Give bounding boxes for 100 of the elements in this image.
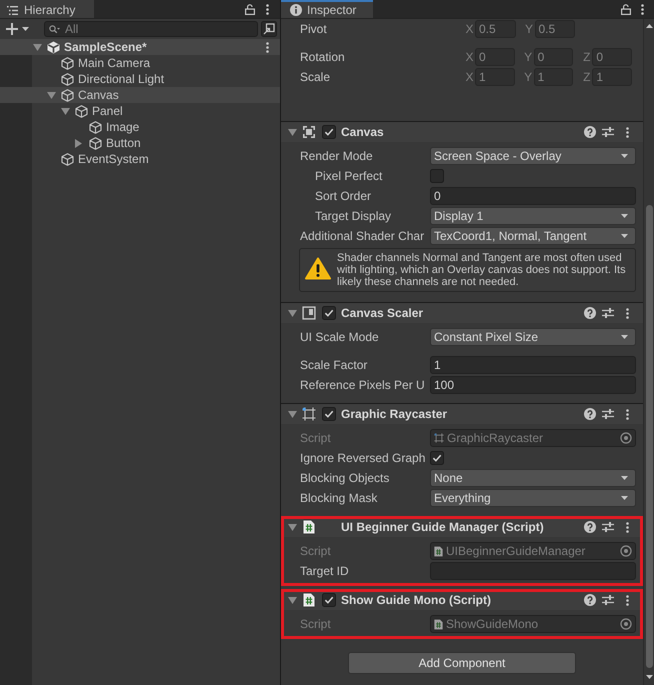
sliders-icon[interactable] <box>602 126 614 138</box>
search-field[interactable]: All <box>44 21 258 37</box>
field-label: Scale <box>300 70 330 84</box>
dropdown[interactable]: Everything <box>430 489 636 507</box>
help-icon[interactable] <box>584 307 596 319</box>
caret-icon <box>621 335 628 339</box>
scrollbar-thumb[interactable] <box>646 205 652 668</box>
enable-checkbox[interactable] <box>322 306 336 320</box>
component-title: Canvas Scaler <box>341 306 424 320</box>
component-title: Graphic Raycaster <box>341 407 448 421</box>
tree-item[interactable]: Main Camera <box>0 55 280 71</box>
sliders-icon[interactable] <box>602 408 614 420</box>
caret-down-icon[interactable] <box>47 92 56 98</box>
more-icon[interactable] <box>626 408 629 420</box>
caret-down-icon[interactable] <box>33 44 42 50</box>
dropdown[interactable]: Display 1 <box>430 207 636 225</box>
more-icon[interactable] <box>266 4 269 14</box>
cube-icon <box>61 152 74 166</box>
solid-cube-icon <box>47 40 60 54</box>
more-icon[interactable] <box>641 4 644 14</box>
help-icon[interactable] <box>584 594 596 606</box>
search-icon <box>49 24 60 34</box>
axis-label: Z <box>582 70 592 84</box>
axis-label: X <box>464 70 474 84</box>
inspector-tab[interactable]: Inspector <box>281 0 373 18</box>
caret-icon[interactable] <box>22 27 29 31</box>
enable-checkbox[interactable] <box>322 407 336 421</box>
info-icon <box>290 4 302 16</box>
warning-text: Shader channels Normal and Tangent are most often used with lighting, which an Overlay canvas does not support. Its likely these channels are not needed. <box>337 252 627 288</box>
dropdown[interactable]: Screen Space - Overlay <box>430 147 636 165</box>
frame-icon <box>302 125 316 139</box>
field-label: Ignore Reversed Graph <box>300 451 426 465</box>
scroll-down-icon[interactable] <box>646 675 652 679</box>
tree-item[interactable]: Image <box>0 119 280 135</box>
scene-row[interactable]: SampleScene* <box>0 39 280 55</box>
dropdown[interactable]: TexCoord1, Normal, Tangent <box>430 227 636 245</box>
caret-down-icon[interactable] <box>288 596 297 604</box>
enable-checkbox[interactable] <box>322 593 336 607</box>
warning-icon <box>305 257 331 280</box>
field-label: Script <box>300 544 331 558</box>
axis-label: X <box>464 22 474 36</box>
more-icon[interactable] <box>266 42 269 52</box>
field-label: Pivot <box>300 22 327 36</box>
caret-down-icon[interactable] <box>288 410 297 418</box>
script-icon <box>303 520 315 534</box>
more-icon[interactable] <box>626 522 629 532</box>
caret-right-icon[interactable] <box>75 138 82 148</box>
list-icon <box>7 6 18 14</box>
tree-item[interactable]: Directional Light <box>0 71 280 87</box>
field-label: Target Display <box>315 209 392 223</box>
input-field[interactable]: 100 <box>430 376 636 394</box>
input-field[interactable]: 0 <box>430 187 636 205</box>
checkbox[interactable] <box>430 451 444 465</box>
field-label: Blocking Mask <box>300 491 378 505</box>
sliders-icon[interactable] <box>602 594 614 606</box>
more-icon[interactable] <box>626 594 629 606</box>
plus-icon[interactable] <box>6 23 18 35</box>
script-icon <box>434 618 443 630</box>
script-icon <box>303 593 315 607</box>
caret-down-icon[interactable] <box>61 108 70 114</box>
tree-item[interactable]: Panel <box>0 103 280 119</box>
sliders-icon[interactable] <box>602 521 614 533</box>
cube-icon <box>89 136 102 150</box>
add-component-button[interactable]: Add Component <box>348 652 576 674</box>
checkbox[interactable] <box>430 169 444 183</box>
rect-handles-icon <box>434 433 444 443</box>
lock-icon[interactable] <box>621 4 631 14</box>
help-icon[interactable] <box>584 408 596 420</box>
sliders-icon[interactable] <box>602 307 614 319</box>
lock-icon[interactable] <box>245 4 255 14</box>
cube-icon <box>61 88 74 102</box>
help-icon[interactable] <box>584 521 596 533</box>
scroll-up-icon[interactable] <box>646 24 652 28</box>
field-label: Scale Factor <box>300 358 368 372</box>
hierarchy-tab[interactable]: Hierarchy <box>0 0 94 18</box>
axis-label: Y <box>523 50 534 64</box>
field-label: Blocking Objects <box>300 471 390 485</box>
tree-item[interactable]: EventSystem <box>0 151 280 167</box>
axis-label: Y <box>524 22 534 36</box>
input-field[interactable]: 1 <box>430 356 636 374</box>
enable-checkbox[interactable] <box>322 125 336 139</box>
field-label: Target ID <box>300 564 349 578</box>
dropdown[interactable]: None <box>430 469 636 487</box>
help-icon[interactable] <box>584 126 596 138</box>
cube-icon <box>61 72 74 86</box>
more-icon[interactable] <box>626 126 629 138</box>
more-icon[interactable] <box>626 308 629 318</box>
axis-label: X <box>464 50 474 64</box>
caret-down-icon[interactable] <box>288 524 297 530</box>
dropdown[interactable]: Constant Pixel Size <box>430 328 636 346</box>
field-label: Render Mode <box>300 149 373 163</box>
caret-icon <box>621 214 628 218</box>
field-label: Reference Pixels Per U <box>300 378 425 392</box>
caret-down-icon[interactable] <box>288 128 297 136</box>
caret-icon <box>621 154 628 158</box>
tree-item[interactable]: Button <box>0 135 280 151</box>
tree-item[interactable]: Canvas <box>0 87 280 103</box>
caret-down-icon[interactable] <box>288 310 297 316</box>
scrollbar[interactable] <box>643 19 654 685</box>
component-title: Show Guide Mono (Script) <box>341 593 491 607</box>
